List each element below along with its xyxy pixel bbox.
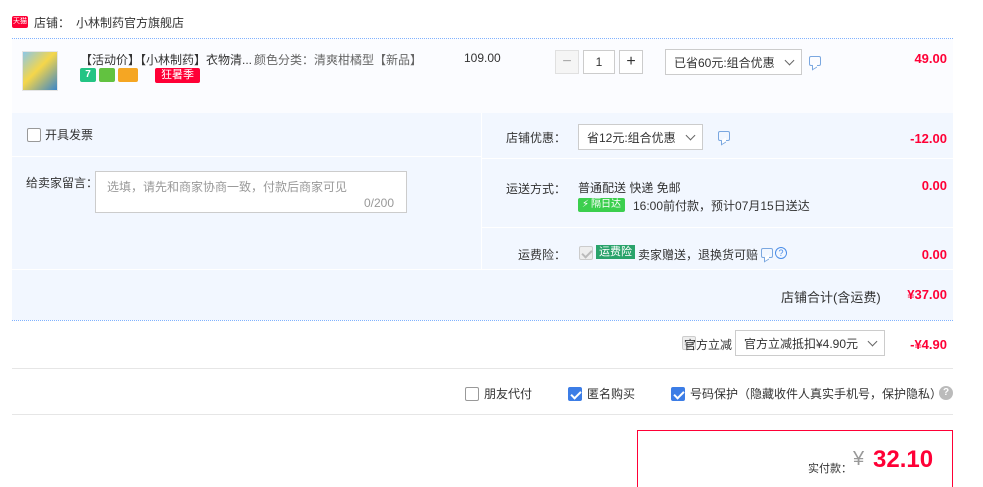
currency-symbol: ¥ [853,448,865,470]
friend-pay-option[interactable]: 朋友代付 [465,385,532,402]
payment-amount: 32.10 [873,446,934,473]
next-day-badge-label: 隔日达 [591,199,622,210]
friend-pay-label: 朋友代付 [484,387,533,401]
official-discount-amount: -¥4.90 [910,337,947,352]
item-discount-select[interactable]: 已省60元:组合优惠 [665,49,802,75]
tmall-logo-icon: 天猫 [12,16,28,28]
next-day-badge: ⚡ 隔日达 [578,198,626,212]
store-discount-value: 省12元:组合优惠 [587,130,676,145]
divider [481,113,482,269]
shipping-eta: 16:00前付款，预计07月15日送达 [633,199,810,213]
shipping-label: 运送方式： [506,182,567,196]
store-label: 店铺： [34,15,71,30]
store-total-amount: ¥37.00 [907,287,947,302]
invoice-label: 开具发票 [45,128,94,142]
store-discount-select[interactable]: 省12元:组合优惠 [578,124,703,150]
insurance-checkbox [579,246,593,260]
credit-card-icon [118,68,138,82]
chat-icon[interactable] [761,248,773,258]
divider [12,414,953,415]
shipping-method: 普通配送 快递 免邮 [578,181,681,195]
number-protection-checkbox[interactable] [671,386,685,401]
payment-label: 实付款： [808,463,852,475]
store-name-link[interactable]: 小林制药官方旗舰店 [76,14,184,31]
item-subtotal: 49.00 [914,51,947,66]
chevron-down-icon [867,336,878,346]
quantity-input[interactable] [583,50,615,74]
product-title-link[interactable]: 【活动价】【小林制药】衣物清... [80,51,252,68]
shop-guarantee-icon [99,68,115,82]
divider [12,320,953,321]
divider [12,368,953,369]
store-header: 天猫 店铺： 小林制药官方旗舰店 [12,10,184,34]
insurance-badge: 运费险 [596,245,635,259]
store-total-label: 店铺合计(含运费) [781,290,881,305]
divider [482,158,953,159]
insurance-fee: 0.00 [921,247,947,262]
divider [482,227,953,228]
divider [12,269,953,270]
insurance-label: 运费险： [518,248,567,262]
product-spec: 颜色分类：清爽柑橘型【新品】 [254,53,423,67]
message-label: 给卖家留言： [26,176,99,190]
chat-icon[interactable] [809,56,821,66]
invoice-checkbox[interactable] [27,127,41,142]
anonymous-purchase-option[interactable]: 匿名购买 [568,385,635,402]
quantity-decrease-button[interactable]: − [555,50,579,74]
quantity-increase-button[interactable]: + [619,50,643,74]
official-discount-value: 官方立减抵扣¥4.90元 [744,336,859,351]
chevron-down-icon [784,55,795,65]
friend-pay-checkbox[interactable] [465,386,479,401]
store-discount-amount: -12.00 [910,131,947,146]
promo-tag: 狂暑季 [155,68,200,83]
seven-day-return-icon: 7 [80,68,96,82]
chevron-down-icon [685,130,696,140]
shipping-fee: 0.00 [921,178,947,193]
anonymous-purchase-label: 匿名购买 [587,387,636,401]
divider [12,156,481,157]
unit-price: 109.00 [464,51,501,65]
number-protection-option[interactable]: 号码保护（隐藏收件人真实手机号，保护隐私） [671,385,942,402]
official-discount-select[interactable]: 官方立减抵扣¥4.90元 [735,330,885,356]
official-discount-label: 官方立减 [684,338,733,352]
item-discount-value: 已省60元:组合优惠 [674,55,775,70]
message-char-counter: 0/200 [364,196,395,210]
help-icon[interactable]: ? [939,386,953,400]
help-icon[interactable]: ? [775,247,787,259]
lightning-icon: ⚡ [582,199,590,210]
number-protection-label: 号码保护（隐藏收件人真实手机号，保护隐私） [690,387,943,401]
insurance-description: 卖家赠送，退换货可赔 [638,248,759,262]
store-discount-label: 店铺优惠： [506,131,567,145]
anonymous-purchase-checkbox[interactable] [568,386,582,401]
product-thumbnail[interactable] [22,51,58,91]
chat-icon[interactable] [718,131,730,141]
service-badges: 7 [80,68,138,82]
message-placeholder: 选填，请先和商家协商一致，付款后商家可见 [107,180,348,194]
invoice-option[interactable]: 开具发票 [27,126,93,143]
